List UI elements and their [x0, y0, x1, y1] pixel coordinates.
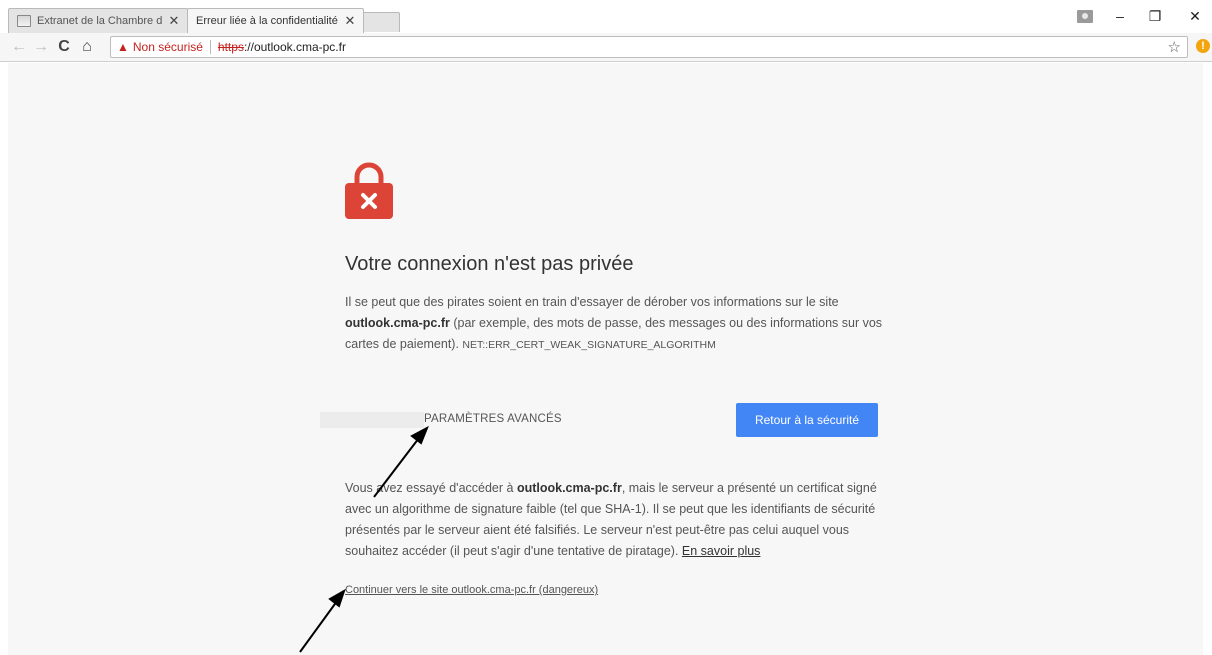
proceed-unsafe-link[interactable]: Continuer vers le site outlook.cma-pc.fr… [345, 584, 598, 596]
warning-icon[interactable]: ▲ [117, 40, 129, 54]
error-code: NET::ERR_CERT_WEAK_SIGNATURE_ALGORITHM [462, 339, 716, 351]
security-status-label[interactable]: Non sécurisé [133, 40, 203, 54]
tab-close-icon[interactable]: ✕ [167, 13, 181, 29]
profile-icon [1077, 9, 1093, 23]
broken-lock-icon [345, 162, 393, 219]
bookmark-star-icon[interactable]: ☆ [1168, 38, 1181, 56]
site-hostname: outlook.cma-pc.fr [516, 481, 622, 495]
message-text: Il se peut que des pirates soient en tra… [345, 295, 839, 309]
omnibox-divider [209, 40, 211, 54]
details-message: Vous avez essayé d'accéder à outlook.cma… [345, 478, 905, 562]
url-scheme: https [217, 40, 244, 54]
site-hostname: outlook.cma-pc.fr [345, 316, 450, 330]
interstitial-page: Votre connexion n'est pas privée Il se p… [8, 63, 1203, 655]
profile-button[interactable] [1069, 4, 1101, 28]
minimize-button[interactable]: – [1104, 4, 1136, 28]
tab-close-icon[interactable]: ✕ [343, 13, 357, 29]
main-message: Il se peut que des pirates soient en tra… [345, 292, 905, 356]
details-text: Vous avez essayé d'accéder à [345, 481, 517, 495]
site-favicon-icon [17, 15, 31, 27]
close-window-button[interactable]: ✕ [1179, 4, 1211, 28]
maximize-button[interactable]: ❐ [1139, 4, 1171, 28]
redacted-area [320, 412, 424, 428]
tab-title: Extranet de la Chambre d [37, 15, 163, 27]
tab-title: Erreur liée à la confidentialité [196, 15, 338, 27]
reload-button[interactable]: C [53, 36, 75, 58]
learn-more-link[interactable]: En savoir plus [682, 544, 761, 558]
back-button[interactable]: ← [8, 36, 30, 58]
address-bar[interactable]: ▲ Non sécurisé https://outlook.cma-pc.fr… [110, 36, 1188, 58]
back-to-safety-button[interactable]: Retour à la sécurité [736, 403, 878, 437]
browser-toolbar: ← → C ⌂ ▲ Non sécurisé https://outlook.c… [0, 33, 1212, 62]
new-tab-button[interactable] [362, 12, 400, 32]
tab-extranet[interactable]: Extranet de la Chambre d ✕ [8, 8, 188, 33]
tab-strip: Extranet de la Chambre d ✕ Erreur liée à… [0, 0, 1212, 33]
home-button[interactable]: ⌂ [76, 36, 98, 58]
url-host: ://outlook.cma-pc.fr [243, 40, 346, 54]
advanced-settings-button[interactable]: PARAMÈTRES AVANCÉS [424, 413, 562, 425]
page-title: Votre connexion n'est pas privée [345, 253, 634, 275]
tab-privacy-error[interactable]: Erreur liée à la confidentialité ✕ [187, 8, 364, 33]
extension-alert-icon[interactable]: ! [1196, 39, 1210, 53]
forward-button[interactable]: → [30, 36, 52, 58]
